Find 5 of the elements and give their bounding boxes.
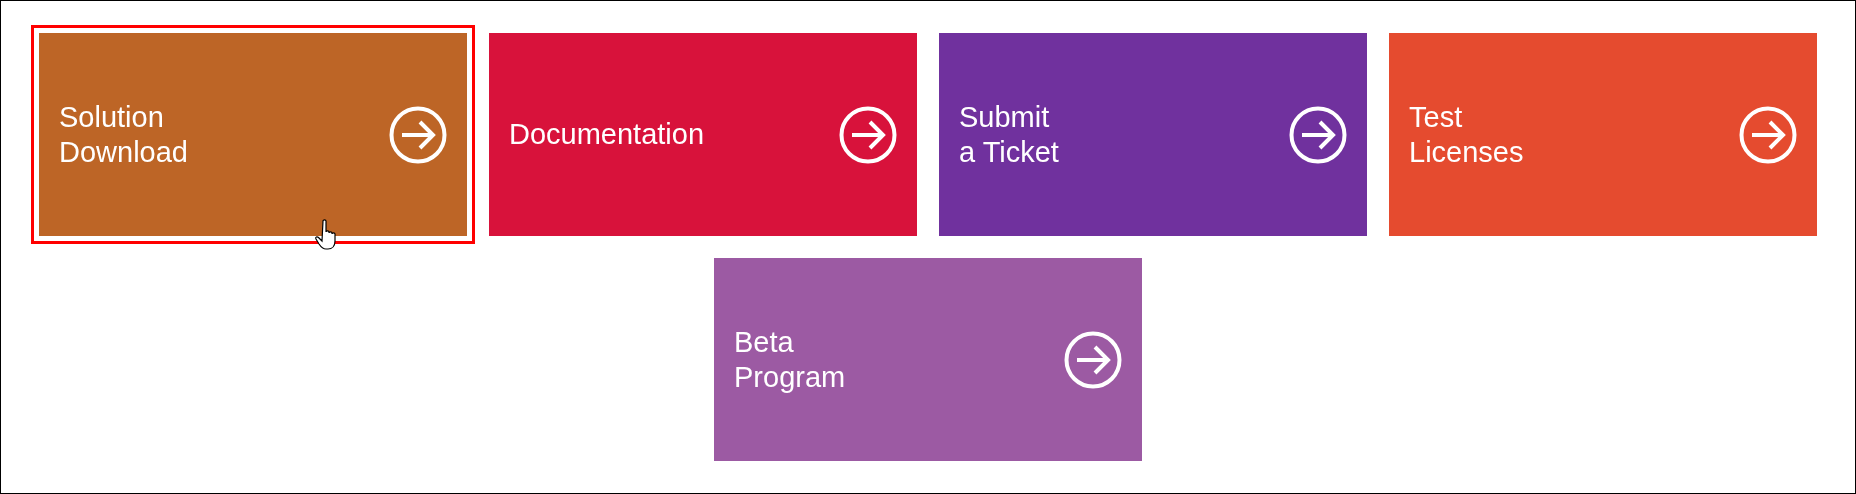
tile-button[interactable]: Solution Download — [39, 33, 467, 236]
tile-button[interactable]: Test Licenses — [1389, 33, 1817, 236]
tile-button[interactable]: Beta Program — [714, 258, 1142, 461]
tile-button[interactable]: Documentation — [489, 33, 917, 236]
tile-button[interactable]: Submit a Ticket — [939, 33, 1367, 236]
